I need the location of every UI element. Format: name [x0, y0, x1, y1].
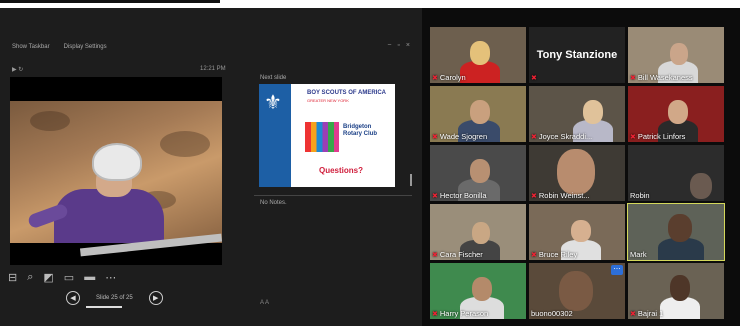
participant-tile[interactable]: ✖ Patrick Linfors — [628, 86, 724, 142]
participant-tile[interactable]: ⋯ buono00302 — [529, 263, 625, 319]
minimize-icon[interactable]: − — [387, 42, 391, 49]
more-options-icon[interactable]: ⋯ — [105, 271, 116, 284]
muted-mic-icon: ✖ — [531, 192, 537, 200]
muted-mic-icon: ✖ — [531, 75, 537, 82]
muted-mic-icon: ✖ — [432, 310, 438, 318]
notes-scrollbar[interactable] — [410, 174, 412, 186]
black-screen-icon[interactable]: ▬ — [84, 271, 95, 284]
see-all-slides-icon[interactable]: ▭ — [64, 271, 74, 284]
participant-tile[interactable]: ✖ Robin Weinst... — [529, 145, 625, 201]
muted-mic-icon: ✖ — [432, 192, 438, 200]
participant-name: ✖ Joyce Skraddi... — [531, 132, 593, 141]
laser-pointer-icon[interactable]: ◩ — [43, 271, 53, 284]
muted-mic-icon: ✖ — [432, 251, 438, 259]
bsa-emblem-icon: ⚜ — [264, 92, 282, 114]
notes-divider — [254, 195, 412, 196]
participant-tile[interactable]: ✖ Cara Fischer — [430, 204, 526, 260]
climber-photo — [10, 101, 222, 257]
participant-name: buono00302 — [531, 309, 573, 318]
next-slide-subtitle: GREATER NEW YORK — [307, 98, 349, 103]
slide-tools: ⊟ ⌕ ◩ ▭ ▬ ⋯ — [8, 271, 116, 284]
next-slide-title: BOY SCOUTS OF AMERICA — [307, 90, 387, 96]
muted-mic-icon: ✖ — [630, 310, 636, 318]
participant-name: ✖ Bajrai 1 — [630, 309, 664, 318]
slide-navigation: ◀ Slide 25 of 25 ▶ — [66, 291, 163, 305]
muted-mic-icon: ✖ — [531, 133, 537, 141]
next-slide-label: Next slide — [260, 75, 287, 81]
participant-tile[interactable]: ✖ Carolyn — [430, 27, 526, 83]
pen-tool-icon[interactable]: ⊟ — [8, 271, 17, 284]
previous-slide-button[interactable]: ◀ — [66, 291, 80, 305]
participant-tile[interactable]: ✖ Hector Bonilla — [430, 145, 526, 201]
muted-mic-icon: ✖ — [630, 74, 636, 82]
participant-name: Mark — [630, 250, 647, 259]
muted-mic-icon: ✖ — [432, 133, 438, 141]
window-controls: − ▫ × — [387, 42, 410, 49]
next-slide-preview[interactable]: ⚜ BOY SCOUTS OF AMERICA GREATER NEW YORK… — [259, 84, 395, 187]
rotary-club-name: Bridgeton Rotary Club — [343, 124, 378, 137]
participant-tile[interactable]: ✖ Bill Wasekaness — [628, 27, 724, 83]
timer-play-icon[interactable]: ▶ ↻ — [12, 66, 23, 73]
speaker-notes: No Notes. — [260, 200, 287, 206]
next-slide-button[interactable]: ▶ — [148, 291, 163, 305]
display-settings-button[interactable]: Display Settings — [64, 44, 107, 50]
presenter-view: Show Taskbar Display Settings − ▫ × ▶ ↻ … — [0, 8, 422, 326]
participant-name: ✖ Cara Fischer — [432, 250, 483, 259]
active-speaker-tile[interactable]: Mark — [627, 203, 725, 261]
participant-name: ✖ Bruce Riley — [531, 250, 578, 259]
participant-tile[interactable]: Robin — [628, 145, 724, 201]
books-logo-icon — [305, 122, 339, 152]
clock: 12:21 PM — [200, 66, 226, 72]
participant-name: ✖ Bill Wasekaness — [630, 73, 693, 82]
slide-counter: Slide 25 of 25 — [96, 295, 133, 301]
muted-mic-icon: ✖ — [432, 74, 438, 82]
participant-gallery: ✖ Carolyn Tony Stanzione ✖ ✖ Bill Wasekane… — [428, 25, 730, 322]
participant-tile[interactable]: ✖ Bajrai 1 — [628, 263, 724, 319]
muted-mic-icon: ✖ — [630, 133, 636, 141]
participant-tile[interactable]: Tony Stanzione ✖ — [529, 27, 625, 83]
participant-name: Robin — [630, 191, 650, 200]
presenter-toolbar: Show Taskbar Display Settings — [12, 44, 107, 50]
participant-name: ✖ Harry Perason — [432, 309, 489, 318]
participant-name: ✖ Patrick Linfors — [630, 132, 686, 141]
participant-name: ✖ — [531, 74, 537, 82]
text-size-icons[interactable]: A A — [260, 300, 269, 306]
participant-name: ✖ Wade Sjogren — [432, 132, 488, 141]
participant-name: ✖ Hector Bonilla — [432, 191, 487, 200]
participant-tile[interactable]: ✖ Bruce Riley — [529, 204, 625, 260]
zoom-icon[interactable]: ⌕ — [27, 271, 33, 284]
close-icon[interactable]: × — [406, 42, 410, 49]
participant-name: ✖ Carolyn — [432, 73, 466, 82]
slide-progress-bar — [86, 306, 122, 308]
top-border-mark — [0, 0, 220, 3]
participant-tile[interactable]: ✖ Joyce Skraddi... — [529, 86, 625, 142]
show-taskbar-button[interactable]: Show Taskbar — [12, 44, 50, 50]
maximize-icon[interactable]: ▫ — [397, 42, 399, 49]
participant-tile[interactable]: ✖ Harry Perason — [430, 263, 526, 319]
muted-mic-icon: ✖ — [531, 251, 537, 259]
current-slide — [10, 77, 222, 265]
helmet-icon — [92, 143, 142, 181]
participant-name: ✖ Robin Weinst... — [531, 191, 590, 200]
more-options-button[interactable]: ⋯ — [611, 265, 623, 275]
participant-tile[interactable]: ✖ Wade Sjogren — [430, 86, 526, 142]
questions-text: Questions? — [319, 166, 364, 175]
